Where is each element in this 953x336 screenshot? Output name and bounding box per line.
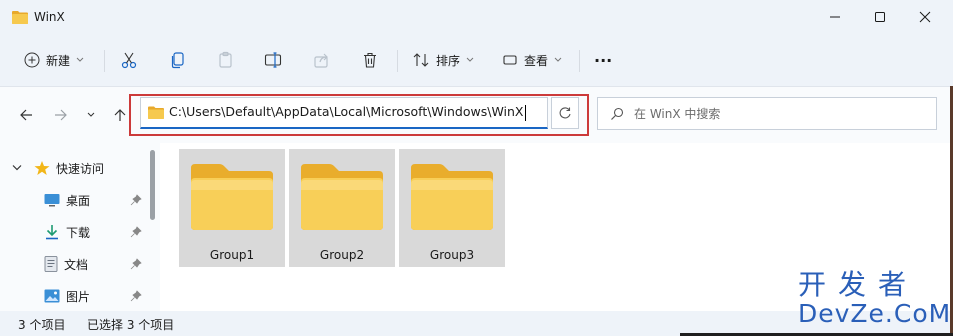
sidebar-item-desktop[interactable]: 桌面 [44,188,148,212]
folder-icon [411,164,493,230]
folder-item[interactable]: Group2 [289,149,395,267]
watermark: 开发者 DevZe.CoM [798,268,952,328]
maximize-button[interactable] [857,0,903,34]
watermark-en: DevZe.CoM [798,299,952,328]
arrow-up-icon [114,109,126,121]
folder-name: Group1 [209,248,255,262]
folder-name: Group3 [429,248,475,262]
sidebar-item-quick-access[interactable]: 快速访问 [12,156,160,180]
sidebar-item-label: 快速访问 [56,161,105,176]
chevron-down-icon [554,57,562,62]
selected-count: 已选择 3 个项目 [87,318,175,332]
minimize-icon [830,16,840,18]
folder-icon [12,11,28,24]
sidebar-item-label: 文档 [64,257,89,272]
window-title: WinX [34,10,65,24]
minimize-button[interactable] [812,0,858,34]
folder-item[interactable]: Group3 [399,149,505,267]
cut-button[interactable] [120,46,138,74]
toolbar-divider [397,50,398,72]
star-icon [34,161,50,175]
folder-name: Group2 [319,248,365,262]
folder-icon [301,164,383,230]
pin-icon [130,258,142,270]
navigation-pane: 快速访问 桌面 下载 文档 图片 [0,143,160,311]
search-box[interactable]: 在 WinX 中搜索 [597,97,937,130]
title-bar: WinX [0,0,953,36]
pictures-icon [44,289,60,303]
arrow-left-icon [20,109,32,121]
maximize-icon [875,12,885,22]
forward-button[interactable] [51,105,71,125]
copy-button[interactable] [169,46,187,74]
plus-circle-icon [24,52,40,68]
folder-item[interactable]: Group1 [179,149,285,267]
document-icon [44,256,58,272]
sidebar-item-documents[interactable]: 文档 [44,252,148,276]
scissors-icon [121,52,137,69]
toolbar-divider [104,50,105,72]
toolbar-divider [579,50,580,72]
download-icon [46,225,58,240]
paste-icon [219,51,232,68]
close-button[interactable] [902,0,948,34]
sidebar-scrollbar[interactable] [150,150,155,220]
desktop-icon [44,194,60,207]
view-icon [503,55,517,65]
folder-icon [148,106,164,119]
back-button[interactable] [16,105,36,125]
view-label: 查看 [524,53,549,68]
recent-locations-button[interactable] [81,105,101,125]
chevron-down-icon [87,112,95,117]
chevron-down-icon[interactable] [12,164,22,172]
up-button[interactable] [110,105,130,125]
text-caret [524,104,526,121]
pin-icon [130,194,142,206]
refresh-button[interactable] [551,97,579,129]
more-icon: ··· [594,50,613,70]
paste-button[interactable] [217,46,235,74]
folder-icon [191,164,273,230]
sidebar-item-pictures[interactable]: 图片 [44,284,148,308]
arrow-right-icon [55,109,67,121]
pin-icon [130,290,142,302]
trash-icon [364,52,376,68]
rename-icon [264,52,282,68]
copy-icon [171,52,184,69]
share-icon [314,53,328,68]
more-options-button[interactable]: ··· [594,46,612,74]
sidebar-item-label: 桌面 [66,193,91,208]
view-button[interactable]: 查看 [502,46,562,74]
item-count: 3 个项目 [18,318,66,332]
search-icon [611,107,624,120]
sort-icon [413,53,429,67]
sort-label: 排序 [436,53,461,68]
sort-button[interactable]: 排序 [412,46,474,74]
close-icon [919,11,931,23]
sidebar-item-label: 图片 [66,289,91,304]
share-button[interactable] [313,46,331,74]
address-bar[interactable]: C:\Users\Default\AppData\Local\Microsoft… [140,97,672,129]
new-label: 新建 [46,53,71,68]
rename-button[interactable] [264,46,282,74]
watermark-cn: 开发者 [798,268,919,301]
new-button[interactable]: 新建 [24,46,84,74]
sidebar-item-label: 下载 [66,225,91,240]
sidebar-item-downloads[interactable]: 下载 [44,220,148,244]
pin-icon [130,226,142,238]
refresh-icon [559,107,571,119]
chevron-down-icon [466,57,474,62]
delete-button[interactable] [361,46,379,74]
address-path: C:\Users\Default\AppData\Local\Microsoft… [169,104,526,121]
search-placeholder: 在 WinX 中搜索 [634,107,721,121]
command-bar: 新建 排序 查看 ··· [0,38,953,84]
chevron-down-icon [76,57,84,62]
